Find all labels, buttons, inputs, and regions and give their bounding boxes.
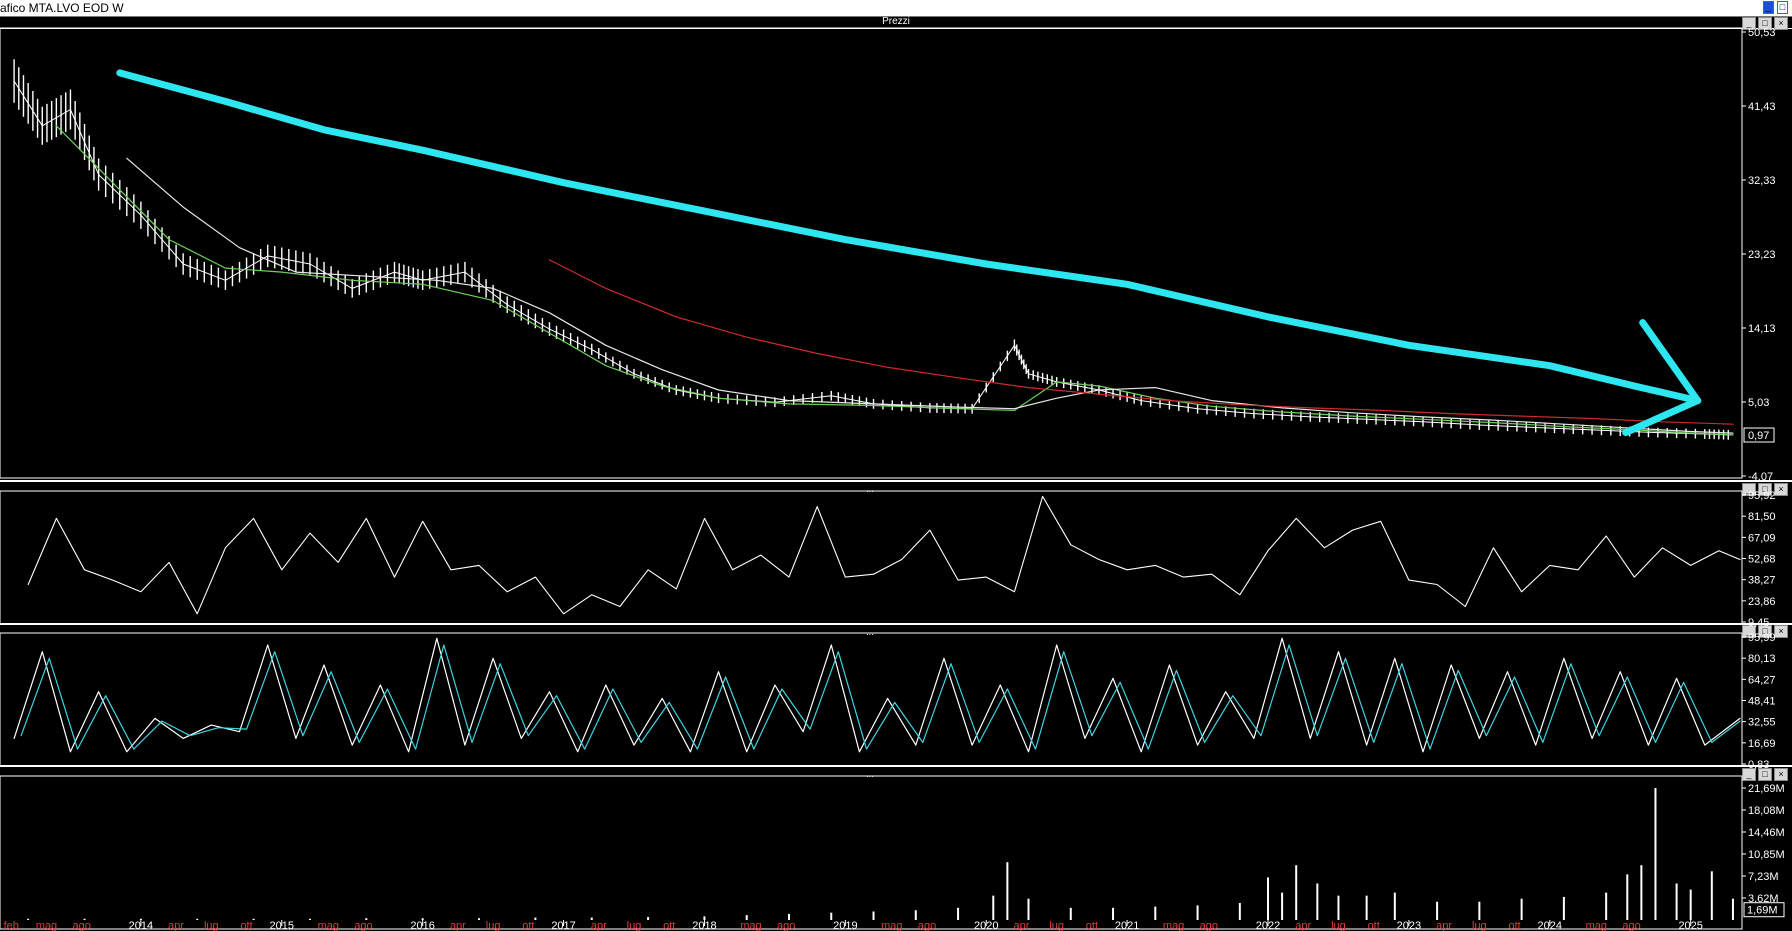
stoch-ytick-label: 32,55 — [1748, 717, 1776, 729]
volume-last-value-label: 1,69M — [1747, 905, 1778, 917]
moving-average-line-1 — [55, 125, 1734, 436]
stoch-ytick-label: 16,69 — [1748, 738, 1776, 750]
stoch-line-2 — [20, 644, 1741, 750]
pane-frame — [0, 775, 1743, 930]
x-month-label: ott — [1368, 920, 1380, 931]
price-close-line — [13, 80, 1734, 436]
x-month-label: ott — [1508, 920, 1520, 931]
rsi-ytick-label: 9,45 — [1748, 617, 1769, 629]
x-month-label: mag — [1586, 920, 1607, 931]
price-ytick-label: 5,03 — [1748, 397, 1769, 409]
x-month-label: apr — [591, 920, 607, 931]
x-month-label: mag — [881, 920, 902, 931]
x-month-label: ott — [663, 920, 675, 931]
last-value-label: 0,97 — [1748, 430, 1769, 442]
x-month-label: mag — [36, 920, 57, 931]
trend-arrow — [116, 69, 1702, 405]
x-year-label: 2017 — [551, 920, 575, 931]
pane-frame — [0, 632, 1743, 767]
price-ytick-label: 50,53 — [1748, 27, 1776, 39]
x-month-label: apr — [168, 920, 184, 931]
chart-canvas: ......... 50,53 41,43 32,33 23,23 14,13 5,03 -4… — [0, 27, 1792, 931]
price-ytick-label: 32,33 — [1748, 175, 1776, 187]
rsi-ytick-label: 38,27 — [1748, 575, 1776, 587]
x-year-label: 2020 — [974, 920, 998, 931]
x-month-label: ott — [522, 920, 534, 931]
x-month-label: ago — [1622, 920, 1640, 931]
volume-ytick-label: 7,23M — [1748, 871, 1779, 883]
x-month-label: mag — [318, 920, 339, 931]
stoch-ytick-label: 0,83 — [1748, 759, 1769, 771]
volume-ytick-label: 14,46M — [1748, 827, 1785, 839]
stoch-ytick-label: 95,99 — [1748, 632, 1776, 644]
volume-ytick-label: 21,69M — [1748, 783, 1785, 795]
pane-frame — [0, 490, 1743, 625]
rsi-ytick-label: 95,92 — [1748, 490, 1776, 502]
pane-drag-handle: ... — [866, 627, 874, 637]
x-year-label: 2014 — [129, 920, 153, 931]
x-month-label: mag — [740, 920, 761, 931]
x-year-label: 2018 — [692, 920, 716, 931]
moving-average-line-2 — [126, 157, 1734, 434]
x-year-label: 2015 — [270, 920, 294, 931]
rsi-line — [27, 495, 1741, 615]
x-month-label: apr — [450, 920, 466, 931]
x-year-label: 2021 — [1115, 920, 1139, 931]
x-year-label: 2016 — [410, 920, 434, 931]
rsi-ytick-label: 23,86 — [1748, 596, 1776, 608]
stoch-ytick-label: 48,41 — [1748, 696, 1776, 708]
stoch-ytick-label: 64,27 — [1748, 674, 1776, 686]
x-month-label: ago — [73, 920, 91, 931]
x-month-label: apr — [1014, 920, 1030, 931]
x-month-label: lug — [204, 920, 219, 931]
x-month-label: ott — [1086, 920, 1098, 931]
rsi-ytick-label: 81,50 — [1748, 511, 1776, 523]
price-ytick-label: 14,13 — [1748, 323, 1776, 335]
x-year-label: 2023 — [1397, 920, 1421, 931]
x-month-label: ago — [1200, 920, 1218, 931]
x-year-label: 2025 — [1678, 920, 1702, 931]
price-ytick-label: 41,43 — [1748, 101, 1776, 113]
rsi-ytick-label: 67,09 — [1748, 532, 1776, 544]
x-month-label: feb — [4, 920, 19, 931]
price-ytick-label: -4,07 — [1748, 471, 1773, 483]
stoch-ytick-label: 80,13 — [1748, 653, 1776, 665]
x-year-label: 2024 — [1538, 920, 1562, 931]
x-month-label: lug — [627, 920, 642, 931]
x-month-label: lug — [486, 920, 501, 931]
x-month-label: mag — [1163, 920, 1184, 931]
x-month-label: lug — [1331, 920, 1346, 931]
x-month-label: ago — [918, 920, 936, 931]
x-month-label: lug — [1472, 920, 1487, 931]
x-month-label: ott — [240, 920, 252, 931]
x-year-label: 2019 — [833, 920, 857, 931]
x-month-label: ago — [777, 920, 795, 931]
x-month-label: ago — [354, 920, 372, 931]
pane-drag-handle: ... — [866, 769, 874, 779]
x-year-label: 2022 — [1256, 920, 1280, 931]
trend-arrow-head — [1622, 397, 1702, 437]
x-month-label: apr — [1295, 920, 1311, 931]
x-month-label: lug — [1049, 920, 1064, 931]
rsi-ytick-label: 52,68 — [1748, 554, 1776, 566]
price-ytick-label: 23,23 — [1748, 249, 1776, 261]
volume-ytick-label: 18,08M — [1748, 805, 1785, 817]
x-month-label: apr — [1436, 920, 1452, 931]
volume-ytick-label: 10,85M — [1748, 849, 1785, 861]
pane-drag-handle: ... — [866, 484, 874, 494]
